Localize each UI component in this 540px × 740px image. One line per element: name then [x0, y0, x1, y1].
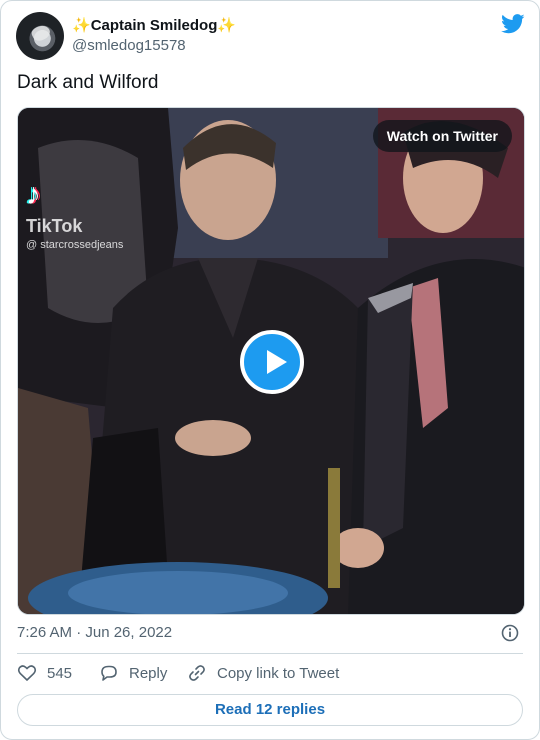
divider: [17, 653, 523, 654]
avatar[interactable]: [16, 12, 64, 60]
tiktok-user: @ starcrossedjeans: [26, 239, 124, 251]
tweet-text: Dark and Wilford: [17, 72, 159, 93]
sparkle-icon: ✨: [217, 17, 237, 34]
read-replies-button[interactable]: Read 12 replies: [17, 694, 523, 726]
play-icon[interactable]: [240, 330, 304, 394]
reply-label: Reply: [129, 664, 168, 682]
watch-on-twitter-button[interactable]: Watch on Twitter: [372, 120, 512, 152]
sparkle-icon: ✨: [72, 17, 91, 34]
like-button[interactable]: 545: [17, 661, 72, 685]
display-name-text: Captain Smiledog: [90, 17, 218, 34]
tweet-timestamp[interactable]: 7:26 AM · Jun 26, 2022: [17, 624, 172, 641]
display-name[interactable]: ✨Captain Smiledog✨: [72, 16, 236, 34]
info-icon[interactable]: [501, 624, 519, 642]
copy-link-button[interactable]: Copy link to Tweet: [187, 661, 339, 685]
reply-bubble-icon: [101, 665, 117, 681]
twitter-bird-icon[interactable]: [501, 14, 525, 34]
tiktok-word: TikTok: [26, 216, 83, 236]
user-handle[interactable]: @smledog15578: [72, 37, 186, 54]
copy-link-label: Copy link to Tweet: [217, 664, 340, 682]
video-media[interactable]: ♪ TikTok @ starcrossedjeans Watch on Twi…: [17, 107, 525, 615]
link-icon: [189, 665, 205, 681]
tweet-card: ✨Captain Smiledog✨ @smledog15578 Dark an…: [0, 0, 540, 740]
tiktok-watermark: ♪ TikTok @ starcrossedjeans: [26, 178, 124, 252]
like-count: 545: [47, 664, 73, 682]
heart-icon: [17, 665, 37, 681]
reply-button[interactable]: Reply: [99, 661, 167, 685]
tweet-actions: 545 Reply Copy link to Tweet: [17, 661, 523, 685]
tiktok-logo-icon: ♪: [26, 178, 41, 211]
tweet-header: ✨Captain Smiledog✨ @smledog15578: [16, 12, 525, 60]
